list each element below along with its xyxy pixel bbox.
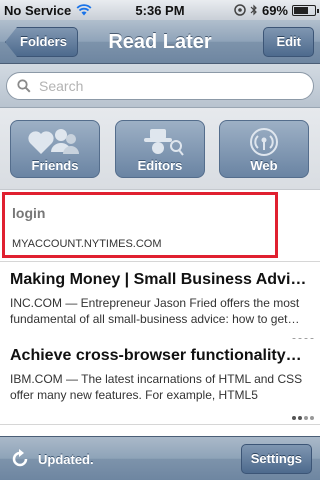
status-right: 69% [234,2,319,18]
friends-button[interactable]: Friends [10,120,100,178]
folders-back-button[interactable]: Folders [5,27,78,57]
login-title: login [12,205,46,221]
friends-label: Friends [31,158,79,173]
web-button[interactable]: Web [219,120,309,178]
article-source: INC.COM [10,296,62,310]
friends-icon [11,125,99,159]
settings-button[interactable]: Settings [240,444,312,474]
editors-button[interactable]: Editors [115,120,205,178]
search-bar [0,64,320,108]
web-icon [220,125,308,159]
refresh-area: Updated. [10,449,94,469]
login-url: MYACCOUNT.NYTIMES.COM [12,238,162,250]
edit-button[interactable]: Edit [263,27,314,57]
status-bar: No Service 5:36 PM 69% [0,0,320,20]
article-source: IBM.COM [10,372,63,386]
article-item[interactable]: Achieve cross-browser functionality… IBM… [0,339,320,425]
login-highlight-box: login MYACCOUNT.NYTIMES.COM [2,192,278,258]
editors-label: Editors [137,158,183,173]
wifi-icon [76,4,92,16]
battery-percent: 69% [261,2,288,18]
editors-icon [116,125,204,159]
search-input[interactable] [39,78,313,94]
article-item[interactable]: Making Money | Small Business Advi… INC.… [0,263,320,347]
category-strip: Friends Editors Web [0,108,320,190]
article-snippet: IBM.COM — The latest incarnations of HTM… [10,371,310,403]
update-status: Updated. [38,451,94,467]
login-list-item[interactable]: login MYACCOUNT.NYTIMES.COM [0,190,320,262]
more-dots-icon[interactable] [292,416,314,420]
web-label: Web [250,158,278,173]
navigation-bar: Read Later Folders Edit [0,20,320,64]
bluetooth-icon [250,4,257,16]
lock-rotation-icon [234,4,246,16]
article-snippet: INC.COM — Entrepreneur Jason Fried offer… [10,295,310,327]
carrier-text: No Service [4,2,72,18]
search-field[interactable] [6,72,314,100]
article-title: Achieve cross-browser functionality… [10,347,302,364]
refresh-icon[interactable] [10,449,30,469]
bottom-toolbar: Updated. Settings [0,436,320,480]
search-icon [17,79,31,93]
battery-icon [292,4,319,16]
status-left: No Service [4,3,92,18]
battery-fill [294,6,308,14]
article-title: Making Money | Small Business Advi… [10,271,307,288]
